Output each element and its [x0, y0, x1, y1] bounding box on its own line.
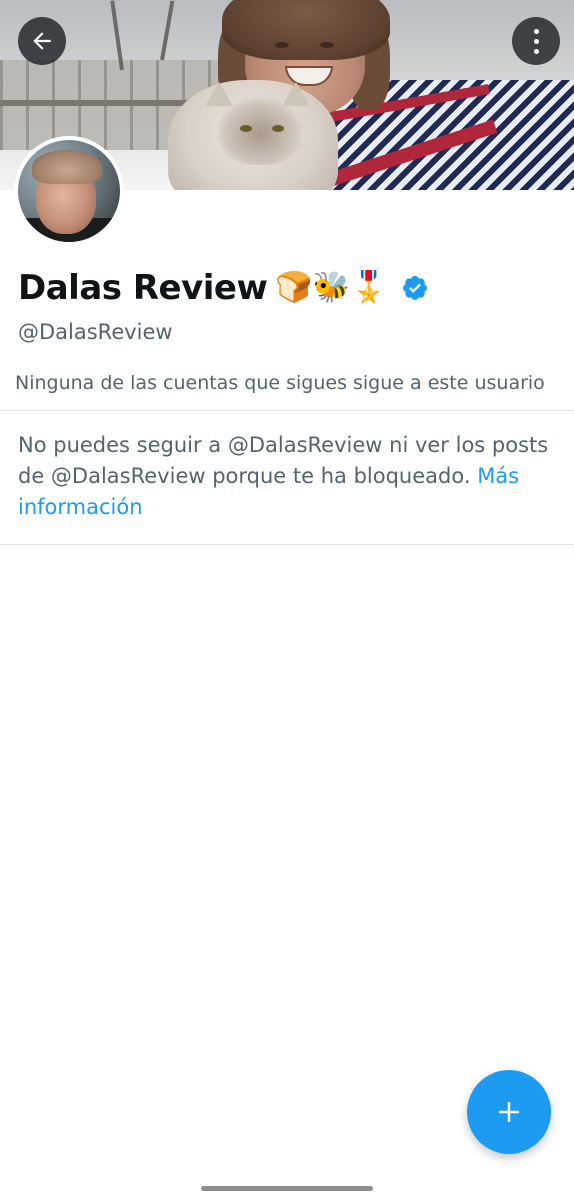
banner-cat-eye — [240, 125, 252, 132]
plus-icon — [499, 1102, 519, 1122]
avatar[interactable] — [14, 136, 124, 246]
more-vertical-icon — [533, 28, 539, 54]
display-name: Dalas Review — [18, 268, 268, 308]
banner-cat-face — [215, 95, 305, 165]
banner-hat — [222, 0, 390, 60]
banner-person-eye — [275, 42, 289, 48]
banner-person-eye — [320, 42, 334, 48]
blocked-message: No puedes seguir a @DalasReview ni ver l… — [18, 430, 558, 523]
back-button[interactable] — [18, 17, 66, 65]
home-gesture-bar[interactable] — [201, 1186, 373, 1191]
blocked-message-text: No puedes seguir a @DalasReview ni ver l… — [18, 433, 549, 488]
compose-post-button[interactable] — [467, 1070, 551, 1154]
arrow-left-icon — [33, 32, 51, 50]
banner-cat-eye — [272, 125, 284, 132]
followers-you-know-note[interactable]: Ninguna de las cuentas que sigues sigue … — [15, 372, 545, 394]
avatar-hair — [32, 150, 102, 184]
divider — [0, 544, 574, 545]
verified-badge-icon[interactable] — [401, 274, 429, 302]
banner-tree — [160, 0, 175, 61]
profile-name-row: Dalas Review 🍞🐝🎖️ — [18, 268, 429, 308]
name-emojis: 🍞🐝🎖️ — [275, 270, 388, 305]
avatar-image — [18, 140, 120, 242]
divider — [0, 410, 574, 411]
profile-handle: @DalasReview — [18, 320, 173, 344]
more-options-button[interactable] — [512, 17, 560, 65]
